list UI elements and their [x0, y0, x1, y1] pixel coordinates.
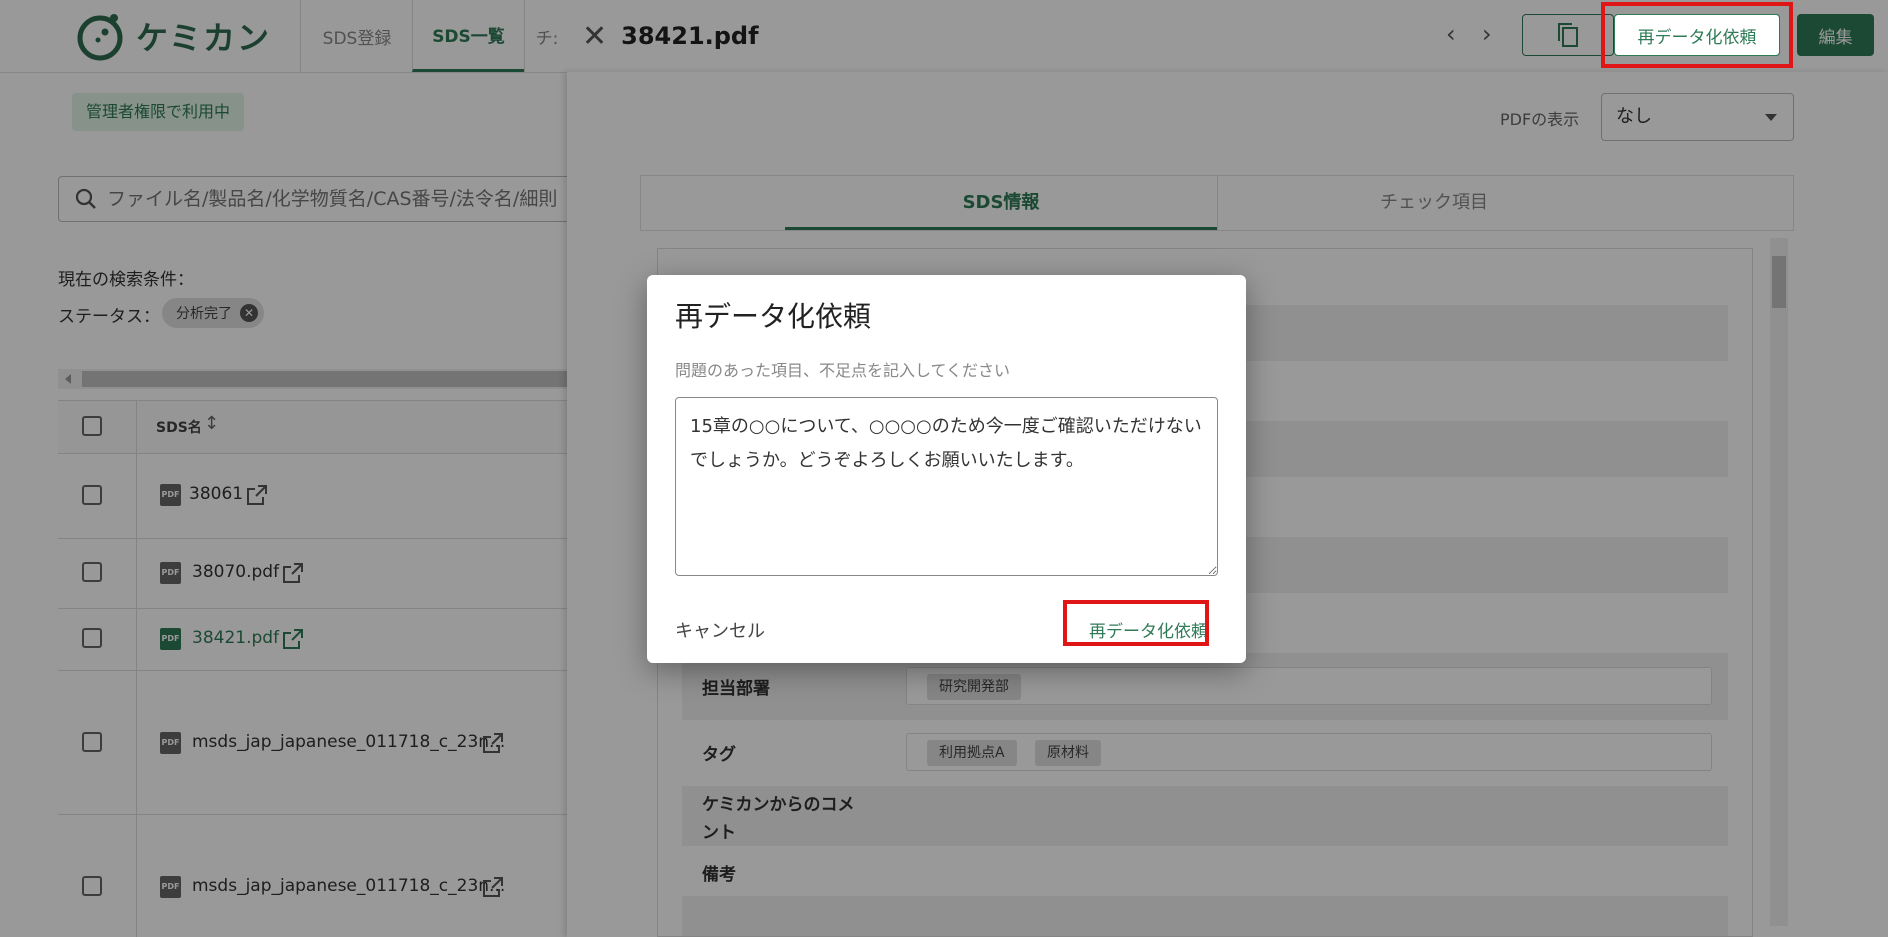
dialog-subtitle: 問題のあった項目、不足点を記入してください	[675, 361, 1011, 380]
re-data-request-dialog: 再データ化依頼 問題のあった項目、不足点を記入してください 15章の○○について…	[647, 275, 1246, 663]
cancel-button[interactable]: キャンセル	[675, 617, 765, 643]
highlight-frame	[1601, 2, 1793, 68]
dialog-title: 再データ化依頼	[675, 300, 872, 333]
request-message-textarea[interactable]: 15章の○○について、○○○○のため今一度ご確認いただけないでしょうか。どうぞよ…	[675, 397, 1218, 576]
highlight-frame	[1063, 600, 1209, 646]
